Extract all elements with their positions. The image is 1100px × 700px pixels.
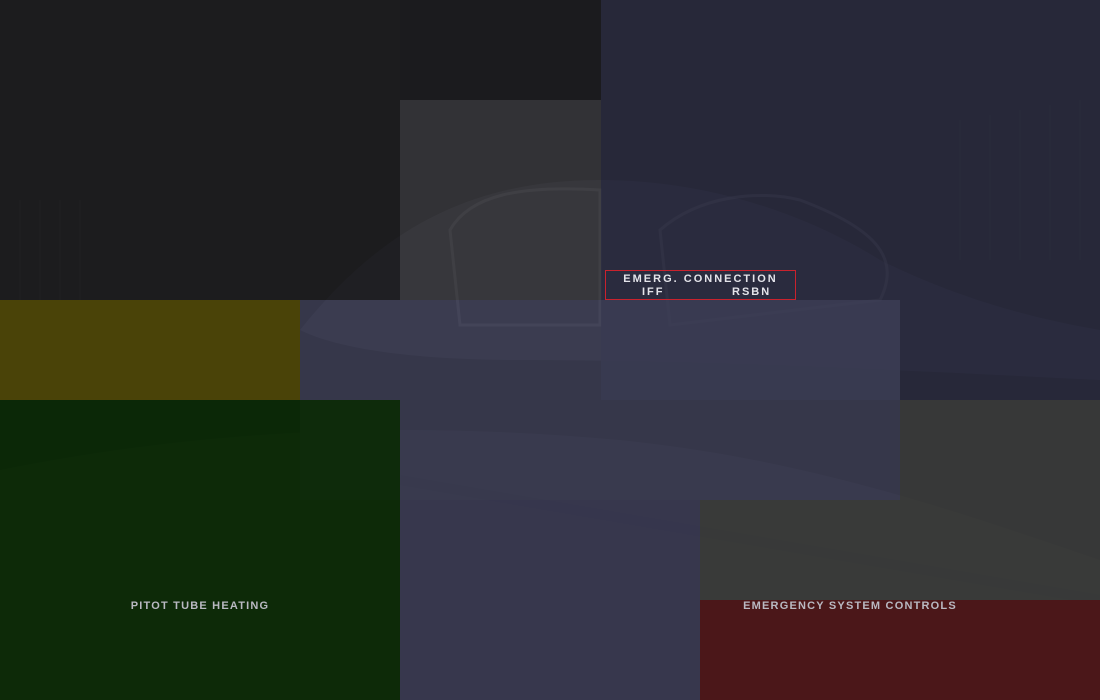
- zone-green: [0, 400, 400, 700]
- zone-top-center-dark: [400, 0, 601, 100]
- pitot-tube-heating-label: PITOT TUBE HEATING: [130, 600, 270, 612]
- zone-slate-lower: [400, 500, 700, 700]
- cockpit-panel-overlay: EMERG. CONNECTION IFF RSBN PITOT TUBE HE…: [0, 0, 1100, 700]
- zone-gray: [400, 100, 601, 300]
- emerg-connection-label: EMERG. CONNECTION: [623, 273, 778, 285]
- zone-charcoal-lower: [700, 500, 1100, 600]
- rsbn-label: RSBN: [732, 286, 772, 298]
- emerg-connection-iff-rsbn-control[interactable]: EMERG. CONNECTION IFF RSBN: [605, 270, 796, 300]
- zone-charcoal: [900, 400, 1100, 500]
- zone-olive: [0, 300, 300, 400]
- iff-label: IFF: [642, 286, 665, 298]
- zone-red: [700, 600, 1100, 700]
- zone-top-left-dark: [0, 0, 400, 300]
- emergency-system-controls-label: EMERGENCY SYSTEM CONTROLS: [743, 600, 957, 612]
